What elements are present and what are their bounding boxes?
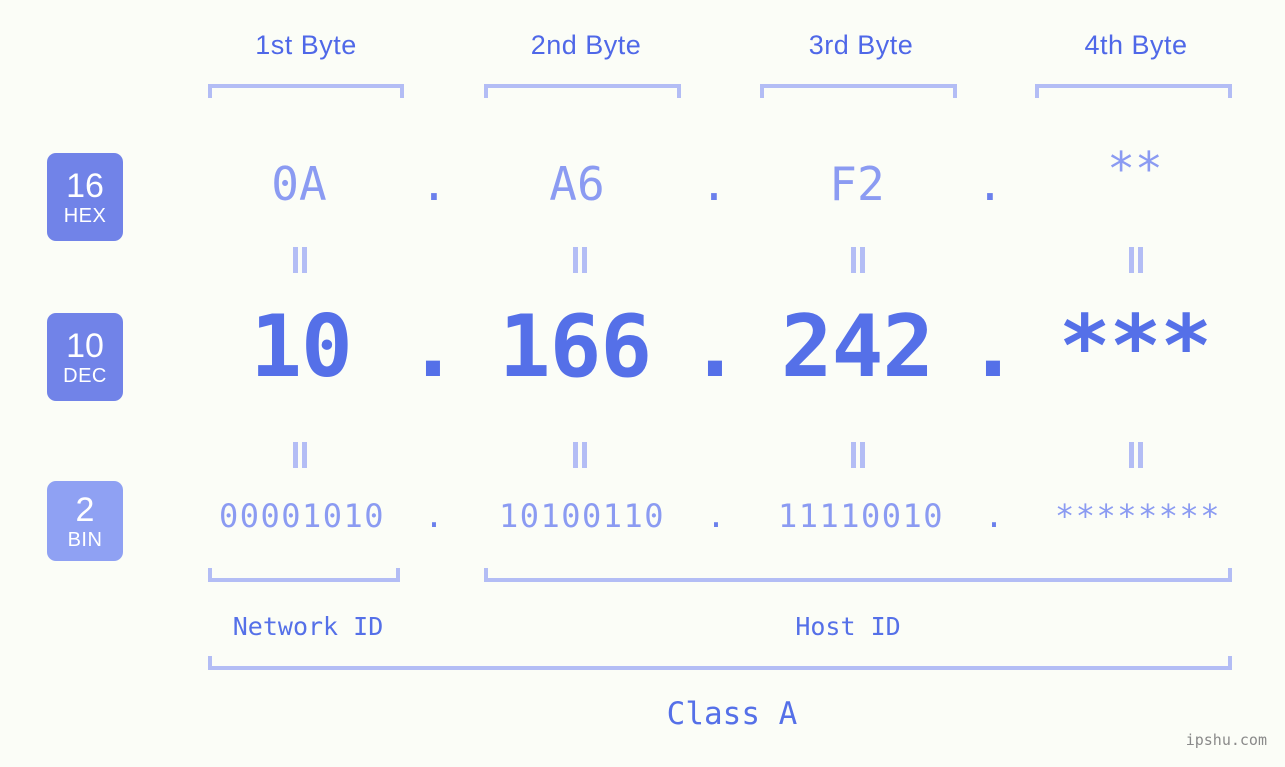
base-badge-bin-name: BIN <box>67 528 103 551</box>
class-label: Class A <box>666 696 798 732</box>
byte-bracket-top-1 <box>208 84 404 98</box>
bin-octet-4: ******** <box>1054 497 1222 535</box>
bin-octet-3: 11110010 <box>777 497 945 535</box>
base-badge-dec: 10 DEC <box>47 313 123 401</box>
class-bracket <box>208 656 1232 670</box>
bin-separator-1: . <box>424 497 444 535</box>
bin-octet-1: 00001010 <box>218 497 386 535</box>
equals-connector-dec-bin-1 <box>292 442 308 468</box>
ip-breakdown-diagram: 1st Byte 2nd Byte 3rd Byte 4th Byte 16 H… <box>0 0 1285 767</box>
hex-separator-1: . <box>420 157 448 211</box>
base-badge-bin-number: 2 <box>75 490 95 529</box>
equals-connector-dec-bin-4 <box>1128 442 1144 468</box>
bin-separator-2: . <box>706 497 726 535</box>
byte-header-3: 3rd Byte <box>808 30 914 60</box>
hex-separator-3: . <box>976 157 1004 211</box>
equals-connector-hex-dec-2 <box>572 247 588 273</box>
host-id-bracket <box>484 568 1232 582</box>
dec-octet-2: 166 <box>498 297 652 397</box>
site-watermark: ipshu.com <box>1185 731 1267 749</box>
bin-octet-2: 10100110 <box>498 497 666 535</box>
byte-header-4: 4th Byte <box>1084 30 1188 60</box>
hex-separator-2: . <box>700 157 728 211</box>
dec-octet-4: *** <box>1058 297 1212 397</box>
byte-header-2: 2nd Byte <box>530 30 642 60</box>
base-badge-bin: 2 BIN <box>47 481 123 561</box>
base-badge-dec-name: DEC <box>63 364 107 387</box>
hex-octet-1: 0A <box>271 157 327 211</box>
equals-connector-hex-dec-1 <box>292 247 308 273</box>
host-id-label: Host ID <box>795 612 901 641</box>
byte-header-1: 1st Byte <box>255 30 357 60</box>
equals-connector-hex-dec-3 <box>850 247 866 273</box>
dec-octet-3: 242 <box>780 297 934 397</box>
hex-octet-4: ** <box>1107 142 1163 196</box>
base-badge-dec-number: 10 <box>66 326 104 365</box>
equals-connector-dec-bin-2 <box>572 442 588 468</box>
base-badge-hex: 16 HEX <box>47 153 123 241</box>
byte-bracket-top-2 <box>484 84 681 98</box>
network-id-label: Network ID <box>232 612 384 641</box>
dec-separator-2: . <box>689 297 741 397</box>
byte-bracket-top-3 <box>760 84 957 98</box>
equals-connector-dec-bin-3 <box>850 442 866 468</box>
dec-octet-1: 10 <box>250 297 353 397</box>
dec-separator-3: . <box>967 297 1019 397</box>
dec-separator-1: . <box>407 297 459 397</box>
byte-bracket-top-4 <box>1035 84 1232 98</box>
base-badge-hex-number: 16 <box>66 166 104 205</box>
equals-connector-hex-dec-4 <box>1128 247 1144 273</box>
hex-octet-2: A6 <box>549 157 605 211</box>
bin-separator-3: . <box>984 497 1004 535</box>
base-badge-hex-name: HEX <box>63 204 107 227</box>
network-id-bracket <box>208 568 400 582</box>
hex-octet-3: F2 <box>829 157 885 211</box>
